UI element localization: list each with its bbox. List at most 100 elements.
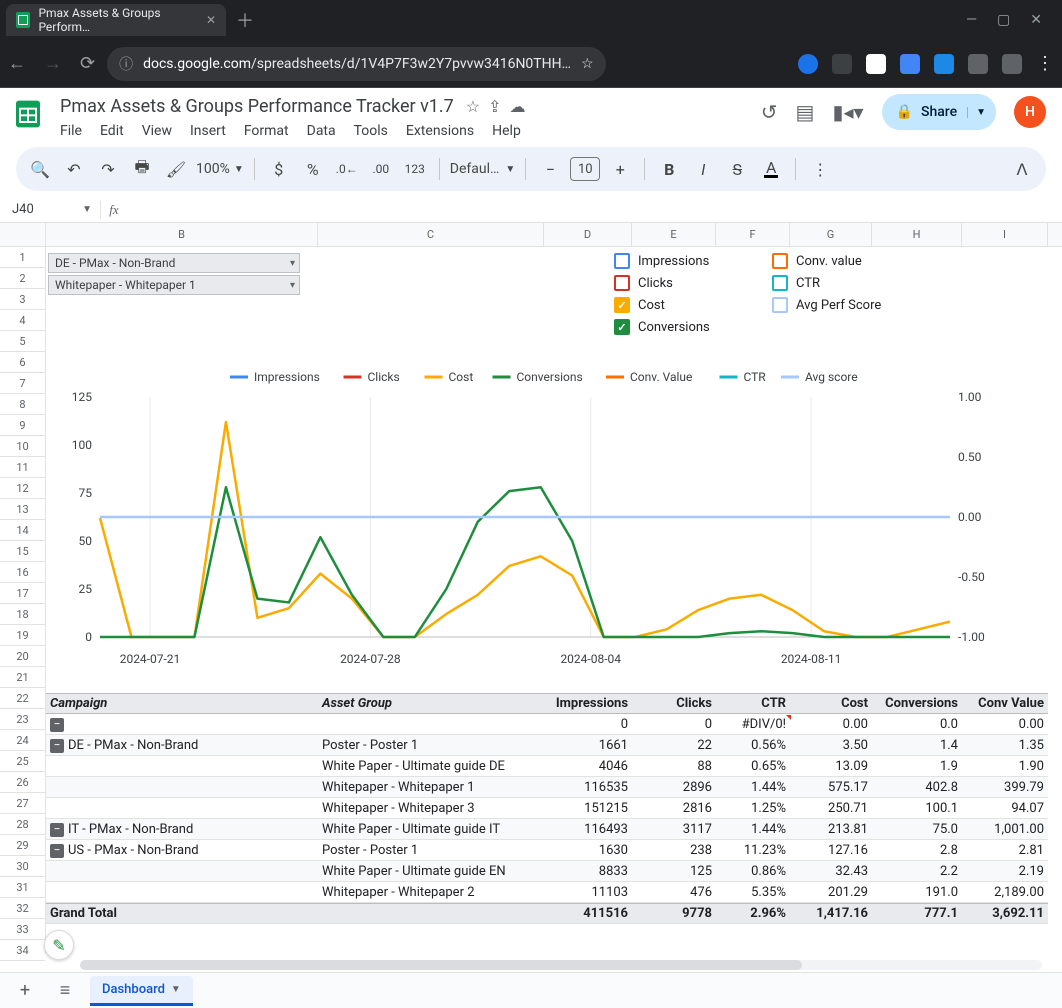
print-icon[interactable]: 🖶 [128, 155, 156, 183]
collapse-group-icon[interactable]: − [50, 823, 64, 837]
sheets-logo-icon[interactable] [8, 94, 48, 134]
row-header[interactable]: 28 [0, 814, 45, 835]
name-box[interactable]: J40▼ [0, 202, 100, 217]
close-window-icon[interactable]: ✕ [1030, 12, 1042, 28]
row-header[interactable]: 23 [0, 709, 45, 730]
new-tab-button[interactable]: ＋ [236, 7, 254, 33]
reload-icon[interactable]: ⟳ [80, 53, 95, 74]
row-header[interactable]: 7 [0, 373, 45, 394]
col-header[interactable]: E [632, 223, 716, 246]
row-header[interactable]: 3 [0, 289, 45, 310]
row-header[interactable]: 21 [0, 667, 45, 688]
menu-tools[interactable]: Tools [354, 123, 388, 139]
ext-icon[interactable] [968, 54, 988, 74]
row-header[interactable]: 1 [0, 247, 45, 268]
col-header[interactable]: C [318, 223, 544, 246]
text-color-icon[interactable]: A [757, 155, 785, 183]
strikethrough-icon[interactable]: S [723, 155, 751, 183]
row-header[interactable]: 26 [0, 772, 45, 793]
row-header[interactable]: 9 [0, 415, 45, 436]
site-info-icon[interactable]: ⓘ [119, 54, 133, 74]
row-header[interactable]: 15 [0, 541, 45, 562]
sheet-tab-dashboard[interactable]: Dashboard▼ [90, 976, 193, 1006]
row-header[interactable]: 10 [0, 436, 45, 457]
menu-help[interactable]: Help [492, 123, 521, 139]
horizontal-scrollbar[interactable] [80, 960, 1042, 970]
row-header[interactable]: 5 [0, 331, 45, 352]
bold-icon[interactable]: B [655, 155, 683, 183]
row-header[interactable]: 4 [0, 310, 45, 331]
row-header[interactable]: 18 [0, 604, 45, 625]
star-icon[interactable]: ☆ [466, 97, 480, 116]
cloud-status-icon[interactable]: ☁ [510, 97, 526, 116]
row-header[interactable]: 29 [0, 835, 45, 856]
menu-insert[interactable]: Insert [190, 123, 226, 139]
more-formats-icon[interactable]: 123 [401, 155, 429, 183]
row-header[interactable]: 19 [0, 625, 45, 646]
chrome-menu-icon[interactable]: ⋮ [1036, 53, 1054, 74]
browser-tab[interactable]: Pmax Assets & Groups Perform… ✕ [6, 4, 226, 36]
minimize-icon[interactable]: ― [966, 12, 977, 28]
collapse-group-icon[interactable]: − [50, 739, 64, 753]
row-header[interactable]: 16 [0, 562, 45, 583]
collapse-group-icon[interactable]: − [50, 718, 64, 732]
row-header[interactable]: 22 [0, 688, 45, 709]
row-header[interactable]: 27 [0, 793, 45, 814]
zoom-dropdown[interactable]: 100% ▼ [196, 161, 244, 177]
percent-icon[interactable]: % [299, 155, 327, 183]
metric-checkbox[interactable]: Impressions [614, 253, 709, 269]
row-header[interactable]: 25 [0, 751, 45, 772]
decrease-font-icon[interactable]: − [536, 155, 564, 183]
menu-format[interactable]: Format [244, 123, 289, 139]
row-header[interactable]: 14 [0, 520, 45, 541]
row-header[interactable]: 11 [0, 457, 45, 478]
undo-icon[interactable]: ↶ [60, 155, 88, 183]
asset-group-filter-dropdown[interactable]: Whitepaper - Whitepaper 1 [48, 275, 300, 295]
decrease-decimal-icon[interactable]: .0← [333, 155, 361, 183]
menu-file[interactable]: File [60, 123, 82, 139]
col-header[interactable]: F [716, 223, 790, 246]
ext-icon[interactable] [866, 54, 886, 74]
metric-checkbox[interactable]: Avg Perf Score [772, 297, 881, 313]
collapse-toolbar-icon[interactable]: ᐱ [1008, 155, 1036, 183]
col-header[interactable]: G [790, 223, 872, 246]
menu-data[interactable]: Data [307, 123, 336, 139]
currency-icon[interactable]: $ [265, 155, 293, 183]
ext-icon[interactable] [934, 54, 954, 74]
campaign-filter-dropdown[interactable]: DE - PMax - Non-Brand [48, 253, 300, 273]
row-header[interactable]: 6 [0, 352, 45, 373]
italic-icon[interactable]: I [689, 155, 717, 183]
meet-icon[interactable]: ▮◂▾ [832, 100, 863, 124]
ext-icon[interactable] [798, 54, 818, 74]
menu-edit[interactable]: Edit [100, 123, 124, 139]
extensions-icon[interactable] [1002, 54, 1022, 74]
row-header[interactable]: 31 [0, 877, 45, 898]
row-header[interactable]: 24 [0, 730, 45, 751]
row-header[interactable]: 34 [0, 940, 45, 961]
collapse-group-icon[interactable]: − [50, 844, 64, 858]
font-size-input[interactable]: 10 [570, 157, 600, 181]
row-header[interactable]: 13 [0, 499, 45, 520]
menu-extensions[interactable]: Extensions [406, 123, 474, 139]
metric-checkbox[interactable]: Clicks [614, 275, 673, 291]
back-icon[interactable]: ← [8, 53, 26, 74]
ext-icon[interactable] [900, 54, 920, 74]
row-header[interactable]: 33 [0, 919, 45, 940]
doc-title[interactable]: Pmax Assets & Groups Performance Tracker… [56, 94, 458, 119]
maximize-icon[interactable]: ▢ [997, 12, 1010, 28]
row-header[interactable]: 20 [0, 646, 45, 667]
metric-checkbox[interactable]: ✓Conversions [614, 319, 710, 335]
paint-format-icon[interactable]: 🖌 [162, 155, 190, 183]
history-icon[interactable]: ↺ [761, 100, 778, 124]
more-toolbar-icon[interactable]: ⋮ [806, 155, 834, 183]
font-dropdown[interactable]: Defaul…▼ [450, 161, 516, 177]
increase-decimal-icon[interactable]: .00 [367, 155, 395, 183]
add-sheet-icon[interactable]: + [10, 980, 40, 1001]
bookmark-icon[interactable]: ☆ [581, 56, 594, 72]
move-icon[interactable]: ⇪ [488, 97, 501, 116]
close-tab-icon[interactable]: ✕ [206, 13, 216, 27]
sheet-tab-menu-icon[interactable]: ▼ [171, 984, 181, 995]
redo-icon[interactable]: ↷ [94, 155, 122, 183]
row-header[interactable]: 17 [0, 583, 45, 604]
metric-checkbox[interactable]: CTR [772, 275, 820, 291]
